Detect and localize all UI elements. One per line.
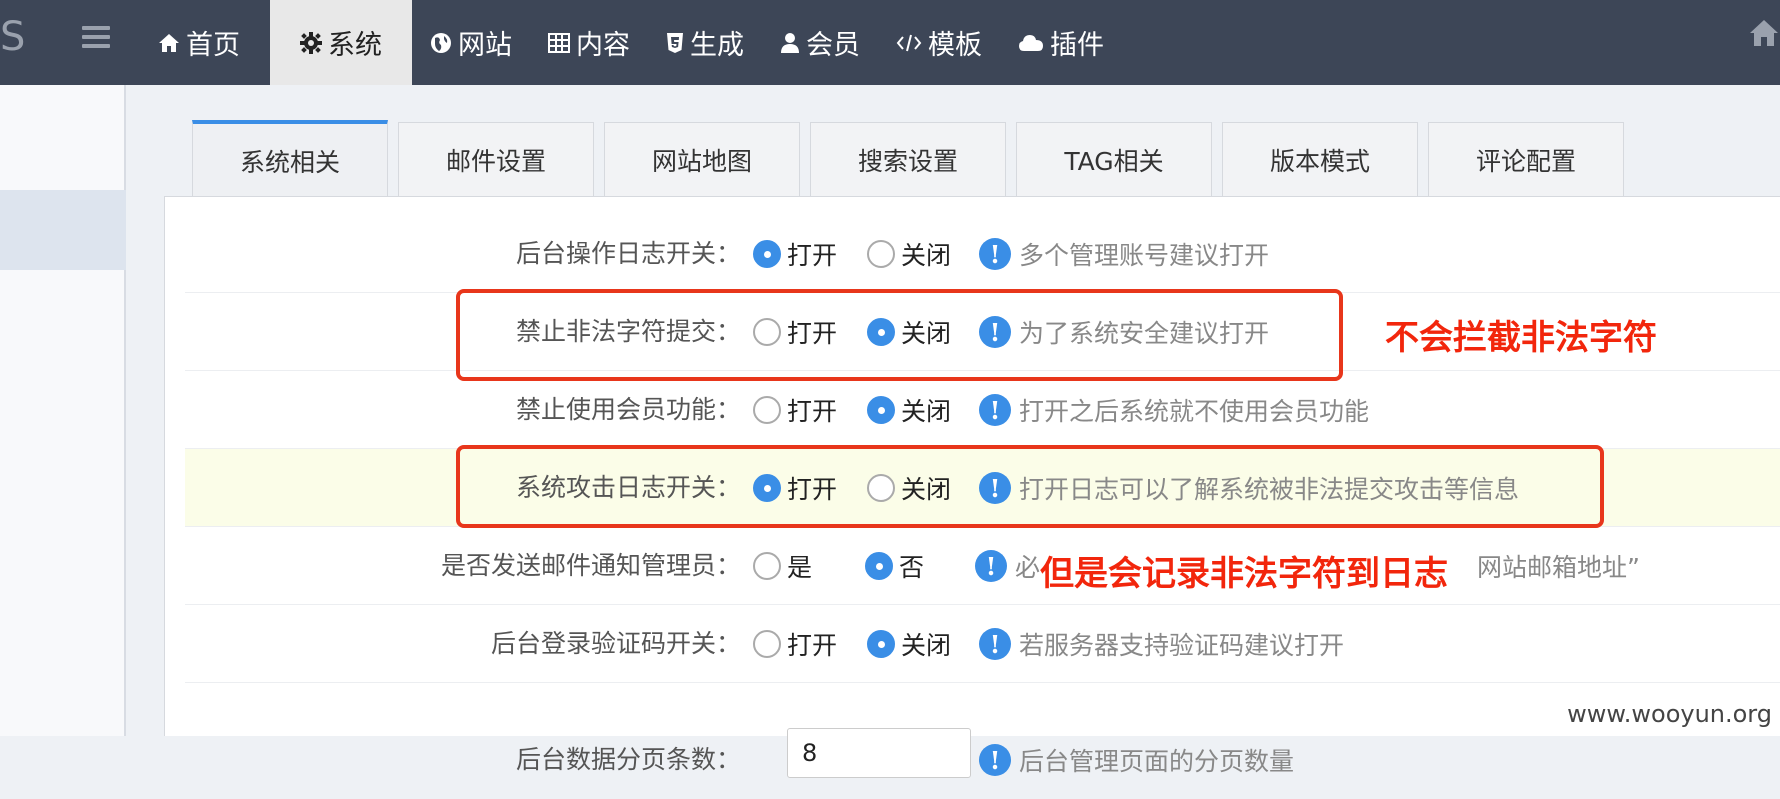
setting-hint: !后台管理页面的分页数量 <box>979 721 1294 799</box>
annotation-note-1: 不会拦截非法字符 <box>1385 310 1657 359</box>
user-icon <box>780 32 800 54</box>
hint-text: 若服务器支持验证码建议打开 <box>1019 626 1344 662</box>
code-icon <box>896 33 922 53</box>
nav-item-home[interactable]: 首页 <box>140 0 270 85</box>
hint-text: 多个管理账号建议打开 <box>1019 236 1269 272</box>
radio-circle[interactable] <box>753 396 781 424</box>
radio-on[interactable]: 打开 <box>753 371 837 449</box>
nav-label: 内容 <box>576 23 630 62</box>
setting-hint: !必 <box>975 527 1040 605</box>
radio-circle[interactable] <box>867 630 895 658</box>
nav-label: 模板 <box>928 23 982 62</box>
radio-on[interactable]: 打开 <box>753 605 837 683</box>
radio-label: 关闭 <box>901 236 951 272</box>
hint-text: 网站邮箱地址” <box>1477 548 1640 584</box>
annotation-box-attack-log <box>456 445 1604 528</box>
setting-hint: !打开之后系统就不使用会员功能 <box>979 371 1369 449</box>
annotation-box-illegal-chars <box>456 289 1343 381</box>
setting-row-member-function: 禁止使用会员功能： 打开 关闭 !打开之后系统就不使用会员功能 <box>185 371 1780 449</box>
nav-item-website[interactable]: 网站 <box>412 0 530 85</box>
info-icon: ! <box>979 238 1011 270</box>
table-icon <box>548 33 570 53</box>
radio-off[interactable]: 关闭 <box>867 215 951 293</box>
setting-hint: !若服务器支持验证码建议打开 <box>979 605 1344 683</box>
html5-icon <box>666 32 684 54</box>
hint-text: 后台管理页面的分页数量 <box>1019 742 1294 778</box>
info-icon: ! <box>979 628 1011 660</box>
radio-no[interactable]: 否 <box>865 527 924 605</box>
nav-label: 生成 <box>690 23 744 62</box>
sidebar <box>0 85 126 736</box>
setting-label: 后台数据分页条数： <box>516 721 741 799</box>
info-icon: ! <box>979 744 1011 776</box>
nav-item-content[interactable]: 内容 <box>530 0 648 85</box>
radio-off[interactable]: 关闭 <box>867 605 951 683</box>
setting-label: 后台操作日志开关： <box>516 215 741 293</box>
radio-circle[interactable] <box>865 552 893 580</box>
setting-row-admin-log: 后台操作日志开关： 打开 关闭 !多个管理账号建议打开 <box>185 215 1780 293</box>
tab-sitemap[interactable]: 网站地图 <box>604 122 800 197</box>
hint-text: 打开之后系统就不使用会员功能 <box>1019 392 1369 428</box>
info-icon: ! <box>975 550 1007 582</box>
radio-circle[interactable] <box>867 240 895 268</box>
home-icon[interactable] <box>1748 18 1780 52</box>
home-icon <box>158 33 180 53</box>
radio-label: 关闭 <box>901 392 951 428</box>
radio-on[interactable]: 打开 <box>753 215 837 293</box>
nav-item-plugin[interactable]: 插件 <box>1000 0 1122 85</box>
radio-label: 是 <box>787 548 812 584</box>
sidebar-selected-item[interactable] <box>0 190 126 270</box>
gear-icon <box>300 32 322 54</box>
hint-text: 必 <box>1015 548 1040 584</box>
nav-label: 首页 <box>186 23 240 62</box>
tab-search[interactable]: 搜索设置 <box>810 122 1006 197</box>
radio-label: 打开 <box>787 392 837 428</box>
tab-mail[interactable]: 邮件设置 <box>398 122 594 197</box>
radio-circle[interactable] <box>867 396 895 424</box>
globe-icon <box>430 32 452 54</box>
nav-item-member[interactable]: 会员 <box>762 0 878 85</box>
top-navbar: S 首页 系统 网站 内容 <box>0 0 1780 85</box>
cloud-icon <box>1018 34 1044 52</box>
nav-item-template[interactable]: 模板 <box>878 0 1000 85</box>
menu-toggle-icon[interactable] <box>82 26 110 50</box>
annotation-note-2: 但是会记录非法字符到日志 <box>1040 546 1448 595</box>
nav-item-system[interactable]: 系统 <box>270 0 412 85</box>
radio-circle[interactable] <box>753 552 781 580</box>
radio-circle[interactable] <box>753 240 781 268</box>
tab-version[interactable]: 版本模式 <box>1222 122 1418 197</box>
radio-label: 关闭 <box>901 626 951 662</box>
setting-label: 是否发送邮件通知管理员： <box>441 527 741 605</box>
tab-system[interactable]: 系统相关 <box>192 120 388 197</box>
setting-row-page-size: 后台数据分页条数： !后台管理页面的分页数量 <box>185 683 1780 783</box>
radio-circle[interactable] <box>753 630 781 658</box>
radio-label: 打开 <box>787 626 837 662</box>
nav-label: 网站 <box>458 23 512 62</box>
tab-comment[interactable]: 评论配置 <box>1428 122 1624 197</box>
radio-off[interactable]: 关闭 <box>867 371 951 449</box>
setting-label: 禁止使用会员功能： <box>516 371 741 449</box>
nav-label: 系统 <box>328 23 382 62</box>
nav-label: 会员 <box>806 23 860 62</box>
tab-tag[interactable]: TAG相关 <box>1016 122 1212 197</box>
setting-row-mail-notify: 是否发送邮件通知管理员： 是 否 !必 网站邮箱地址” <box>185 527 1780 605</box>
watermark: www.wooyun.org <box>1567 700 1772 728</box>
info-icon: ! <box>979 394 1011 426</box>
settings-tabs: 系统相关 邮件设置 网站地图 搜索设置 TAG相关 版本模式 评论配置 <box>192 120 1634 197</box>
radio-label: 否 <box>899 548 924 584</box>
setting-hint: !多个管理账号建议打开 <box>979 215 1269 293</box>
setting-hint-tail: 网站邮箱地址” <box>1477 527 1640 605</box>
nav-label: 插件 <box>1050 23 1104 62</box>
setting-label: 后台登录验证码开关： <box>491 605 741 683</box>
main-content: 系统相关 邮件设置 网站地图 搜索设置 TAG相关 版本模式 评论配置 后台操作… <box>128 85 1780 736</box>
nav-item-generate[interactable]: 生成 <box>648 0 762 85</box>
setting-row-login-captcha: 后台登录验证码开关： 打开 关闭 !若服务器支持验证码建议打开 <box>185 605 1780 683</box>
main-nav: 首页 系统 网站 内容 生成 <box>140 0 1122 85</box>
radio-yes[interactable]: 是 <box>753 527 812 605</box>
radio-label: 打开 <box>787 236 837 272</box>
logo: S <box>0 14 25 60</box>
